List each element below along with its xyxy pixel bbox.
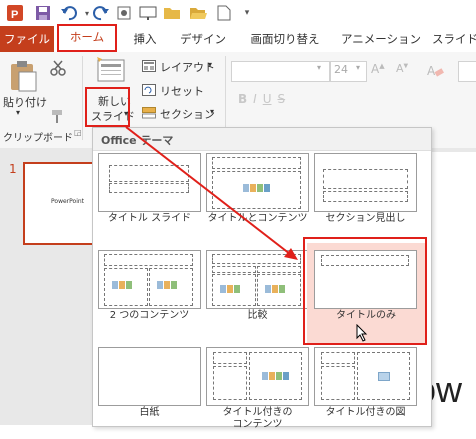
annotation-arrow (125, 126, 298, 260)
